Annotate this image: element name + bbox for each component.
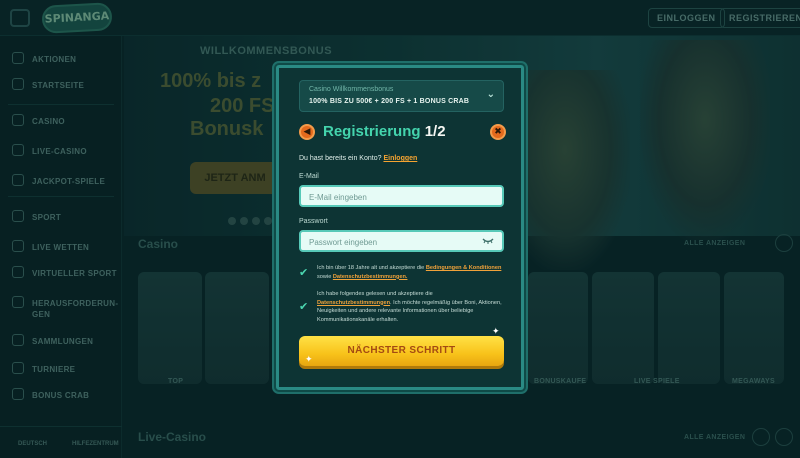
chevron-left-icon: ◀ (303, 127, 311, 137)
registration-modal: Casino Willkommensbonus 100% BIS ZU 500€… (276, 65, 524, 390)
next-step-button[interactable]: NÄCHSTER SCHRITT (299, 336, 504, 366)
checkmark-icon: ✔ (299, 266, 309, 279)
email-label: E-Mail (299, 173, 319, 180)
age-terms-checkbox[interactable]: ✔ (299, 267, 311, 279)
age-terms-consent-text: Ich bin über 18 Jahre alt und akzeptiere… (317, 264, 505, 281)
step-indicator: 1/2 (424, 123, 446, 140)
marketing-consent-checkbox[interactable]: ✔ (299, 301, 311, 313)
password-field-container (299, 230, 504, 252)
password-field[interactable] (309, 236, 489, 248)
close-icon: ✖ (494, 127, 502, 137)
close-button[interactable]: ✖ (490, 124, 506, 140)
sparkle-icon: ✦ (492, 327, 500, 337)
checkmark-icon: ✔ (299, 300, 309, 313)
modal-title-text: Registrierung (323, 123, 421, 140)
back-button[interactable]: ◀ (299, 124, 315, 140)
consent-text: Ich bin über 18 Jahre alt und akzeptiere… (317, 265, 425, 271)
terms-link[interactable]: Bedingungen & Konditionen (426, 265, 502, 271)
email-field[interactable] (309, 191, 489, 203)
eye-closed-icon[interactable] (482, 237, 494, 245)
email-field-container (299, 185, 504, 207)
login-link[interactable]: Einloggen (383, 155, 417, 162)
existing-account-question: Du hast bereits ein Konto? (299, 155, 382, 162)
bonus-text: 100% BIS ZU 500€ + 200 FS + 1 BONUS CRAB (309, 98, 470, 105)
privacy-link[interactable]: Datenschutzbestimmungen. (333, 274, 408, 280)
bonus-title: Casino Willkommensbonus (309, 86, 394, 93)
password-label: Passwort (299, 218, 328, 225)
existing-account-text: Du hast bereits ein Konto? Einloggen (299, 155, 417, 162)
privacy-link[interactable]: Datenschutzbestimmungen (317, 300, 390, 306)
welcome-bonus-dropdown[interactable]: Casino Willkommensbonus 100% BIS ZU 500€… (299, 80, 504, 112)
modal-title: Registrierung 1/2 (323, 123, 446, 140)
sparkle-icon: ✦ (305, 355, 313, 365)
consent-text: Ich habe folgendes gelesen und akzeptier… (317, 291, 433, 297)
chevron-down-icon[interactable]: ⌄ (487, 89, 495, 100)
marketing-consent-text: Ich habe folgendes gelesen und akzeptier… (317, 290, 505, 324)
consent-text: sowie (317, 273, 332, 280)
